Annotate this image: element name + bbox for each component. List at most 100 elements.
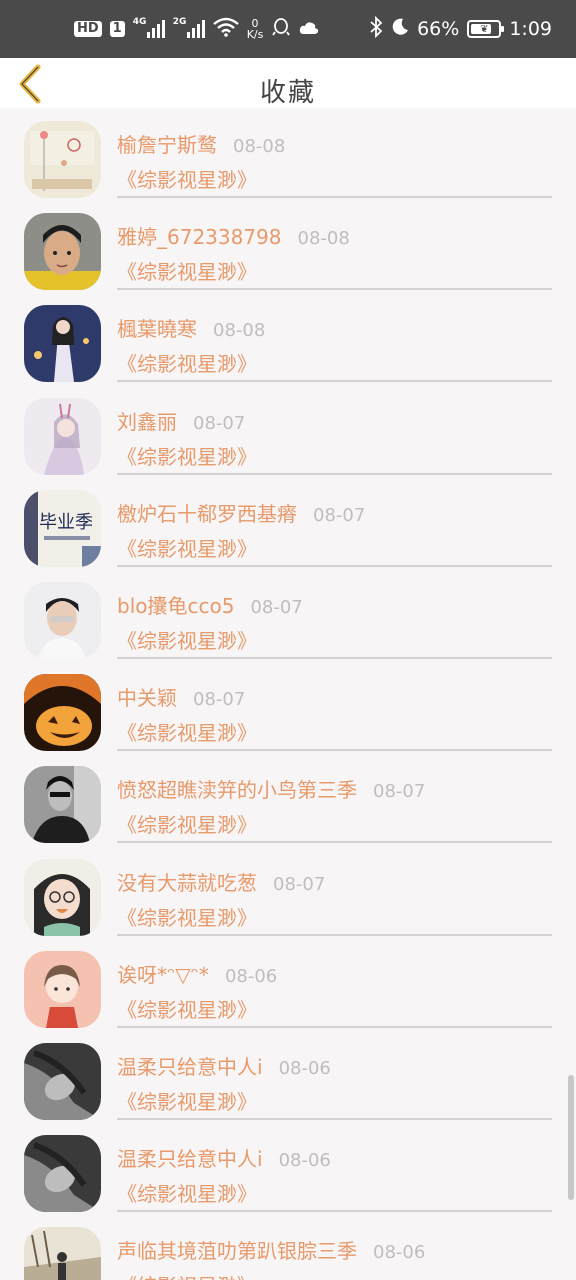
avatar[interactable]	[24, 766, 101, 844]
divider	[117, 841, 552, 844]
avatar-1-image	[24, 121, 101, 198]
avatar-5-text: 毕业季	[39, 512, 93, 533]
user-name[interactable]: 声临其境菹叻第趴银腙三季	[117, 1235, 357, 1264]
item-header: 榆詹宁斯鹜 08-08	[117, 129, 285, 158]
user-name[interactable]: 榆詹宁斯鹜	[117, 129, 217, 158]
user-name[interactable]: 刘鑫丽	[117, 406, 177, 435]
item-date: 08-07	[193, 412, 246, 434]
item-date: 08-06	[278, 1150, 331, 1172]
item-date: 08-07	[373, 781, 426, 803]
scrollbar[interactable]	[568, 1075, 574, 1200]
avatar[interactable]	[24, 950, 101, 1028]
user-name[interactable]: 诶呀*ᵔ▽ᵔ*	[117, 959, 209, 988]
user-name[interactable]: 楓葉曉寒	[117, 313, 197, 342]
list-item[interactable]: 雅婷_672338798 08-08 《综影视星渺》	[0, 200, 576, 292]
item-header: 温柔只给意中人i 08-06	[117, 1051, 331, 1080]
battery-percent: 66%	[417, 18, 460, 40]
user-name[interactable]: blo攮龟cco5	[117, 590, 234, 619]
user-name[interactable]: 愤怒超瞧渎笄的小鸟第三季	[117, 774, 357, 803]
avatar[interactable]	[24, 1135, 101, 1213]
favorites-list: 榆詹宁斯鹜 08-08 《综影视星渺》 雅婷_672338798 08-08 《…	[0, 108, 576, 1280]
avatar[interactable]	[24, 1227, 101, 1280]
user-name[interactable]: 檄炉石十郗罗西基瘠	[117, 498, 297, 527]
list-item[interactable]: 诶呀*ᵔ▽ᵔ* 08-06 《综影视星渺》	[0, 938, 576, 1030]
item-date: 08-07	[273, 873, 326, 895]
work-title[interactable]: 《综影视星渺》	[117, 533, 257, 562]
user-name[interactable]: 温柔只给意中人i	[117, 1143, 263, 1172]
item-header: 没有大蒜就吃葱 08-07	[117, 867, 325, 896]
work-title[interactable]: 《综影视星渺》	[117, 902, 257, 931]
signal-icon: 4G	[132, 17, 165, 38]
signal-icon-2: 2G	[173, 17, 205, 38]
divider	[117, 1025, 552, 1028]
avatar[interactable]	[24, 397, 101, 475]
work-title[interactable]: 《综影视星渺》	[117, 809, 257, 838]
avatar[interactable]	[24, 121, 101, 198]
item-date: 08-07	[313, 504, 366, 526]
divider	[117, 288, 552, 291]
list-item[interactable]: 声临其境菹叻第趴银腙三季 08-06 《综影视星渺》	[0, 1214, 576, 1280]
avatar[interactable]	[24, 1042, 101, 1120]
app-header: 收藏	[0, 58, 576, 108]
avatar-6-image	[24, 581, 101, 659]
network-speed: 0 K/s	[247, 18, 264, 40]
work-title[interactable]: 《综影视星渺》	[117, 994, 257, 1023]
work-title[interactable]: 《综影视星渺》	[117, 348, 257, 377]
bluetooth-icon	[369, 15, 383, 42]
list-item[interactable]: 没有大蒜就吃葱 08-07 《综影视星渺》	[0, 846, 576, 938]
divider	[117, 1210, 552, 1213]
status-bar: HD 1 4G 2G 0 K/s 66% ❦ 1:09	[0, 0, 576, 58]
avatar[interactable]: 毕业季	[24, 489, 101, 567]
user-name[interactable]: 没有大蒜就吃葱	[117, 867, 257, 896]
avatar-5-image: 毕业季	[24, 489, 101, 567]
work-title[interactable]: 《综影视星渺》	[117, 1086, 257, 1115]
item-header: 愤怒超瞧渎笄的小鸟第三季 08-07	[117, 774, 425, 803]
list-item[interactable]: 榆詹宁斯鹜 08-08 《综影视星渺》	[0, 108, 576, 200]
battery-icon: ❦	[467, 20, 505, 38]
list-item[interactable]: 温柔只给意中人i 08-06 《综影视星渺》	[0, 1122, 576, 1214]
user-name[interactable]: 温柔只给意中人i	[117, 1051, 263, 1080]
list-item[interactable]: blo攮龟cco5 08-07 《综影视星渺》	[0, 569, 576, 661]
work-title[interactable]: 《综影视星渺》	[117, 1270, 257, 1280]
leaf-icon: ❦	[480, 23, 489, 35]
avatar[interactable]	[24, 213, 101, 291]
work-title[interactable]: 《综影视星渺》	[117, 1178, 257, 1207]
avatar[interactable]	[24, 674, 101, 752]
list-item[interactable]: 楓葉曉寒 08-08 《综影视星渺》	[0, 292, 576, 384]
user-name[interactable]: 雅婷_672338798	[117, 221, 282, 250]
user-name[interactable]: 中关颖	[117, 682, 177, 711]
item-header: 檄炉石十郗罗西基瘠 08-07	[117, 498, 365, 527]
avatar[interactable]	[24, 858, 101, 936]
list-item[interactable]: 中关颖 08-07 《综影视星渺》	[0, 661, 576, 753]
avatar-8-image	[24, 766, 101, 844]
item-header: 声临其境菹叻第趴银腙三季 08-06	[117, 1235, 425, 1264]
avatar-9-image	[24, 858, 101, 936]
avatar-12-image	[24, 1135, 101, 1213]
list-item[interactable]: 刘鑫丽 08-07 《综影视星渺》	[0, 385, 576, 477]
divider	[117, 933, 552, 936]
avatar[interactable]	[24, 581, 101, 659]
work-title[interactable]: 《综影视星渺》	[117, 717, 257, 746]
work-title[interactable]: 《综影视星渺》	[117, 164, 257, 193]
hd-badge: HD	[74, 21, 102, 37]
item-date: 08-08	[213, 320, 266, 342]
cloud-icon	[299, 20, 319, 39]
item-date: 08-07	[193, 689, 246, 711]
item-date: 08-06	[373, 1242, 426, 1264]
work-title[interactable]: 《综影视星渺》	[117, 256, 257, 285]
list-item[interactable]: 愤怒超瞧渎笄的小鸟第三季 08-07 《综影视星渺》	[0, 753, 576, 845]
network-type-label: 4G	[132, 17, 147, 27]
work-title[interactable]: 《综影视星渺》	[117, 441, 257, 470]
work-title[interactable]: 《综影视星渺》	[117, 625, 257, 654]
avatar-4-image	[24, 397, 101, 475]
list-item[interactable]: 毕业季 檄炉石十郗罗西基瘠 08-07 《综影视星渺》	[0, 477, 576, 569]
qq-icon	[271, 17, 291, 41]
item-header: 诶呀*ᵔ▽ᵔ* 08-06	[117, 959, 277, 988]
list-item[interactable]: 温柔只给意中人i 08-06 《综影视星渺》	[0, 1030, 576, 1122]
avatar[interactable]	[24, 305, 101, 383]
avatar-11-image	[24, 1042, 101, 1120]
status-bar-left: HD 1 4G 2G 0 K/s	[74, 17, 319, 41]
divider	[117, 656, 552, 659]
divider	[117, 196, 552, 198]
wifi-icon	[212, 17, 239, 41]
